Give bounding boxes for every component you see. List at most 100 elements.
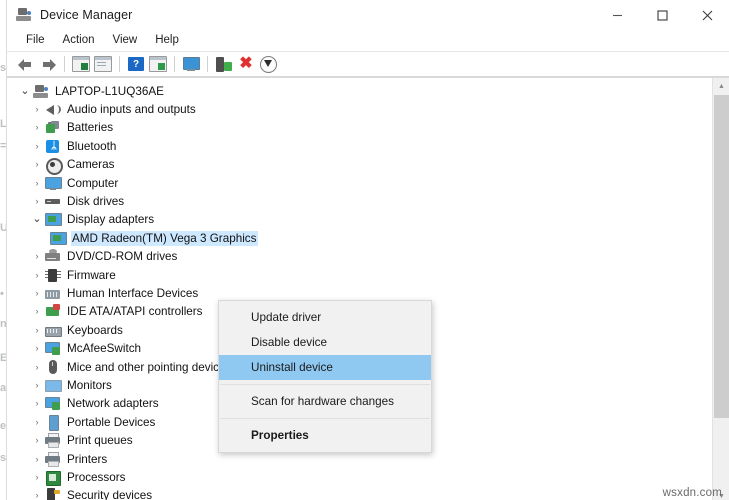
update-driver-icon[interactable] <box>213 54 235 74</box>
chevron-right-icon[interactable]: › <box>29 252 45 261</box>
minimize-button[interactable] <box>595 0 640 30</box>
uninstall-device-icon[interactable]: ✖ <box>235 54 257 74</box>
chevron-right-icon[interactable]: › <box>29 123 45 132</box>
tree-node[interactable]: › Cameras <box>17 156 707 176</box>
tree-node[interactable]: › Audio inputs and outputs <box>17 100 707 118</box>
tree-node-label: Human Interface Devices <box>67 286 199 300</box>
toolbar-separator <box>207 56 208 72</box>
chevron-right-icon[interactable]: › <box>29 472 45 482</box>
tree-node-label: LAPTOP-L1UQ36AE <box>55 84 164 98</box>
maximize-button[interactable] <box>640 0 685 30</box>
tree-node[interactable]: › ᛦ Bluetooth <box>17 137 707 155</box>
scan-icon[interactable] <box>147 54 169 74</box>
tree-node[interactable]: AMD Radeon(TM) Vega 3 Graphics <box>17 229 707 247</box>
scrollbar-thumb[interactable] <box>714 95 729 418</box>
context-menu-item-properties[interactable]: Properties <box>219 423 431 448</box>
tree-node[interactable]: ⌄ Display adapters <box>17 211 707 229</box>
chevron-right-icon[interactable]: › <box>29 344 45 353</box>
firmware-icon <box>45 268 61 283</box>
download-icon[interactable] <box>257 54 279 74</box>
back-arrow-icon[interactable] <box>15 54 37 74</box>
tree-root-node[interactable]: ⌄ LAPTOP-L1UQ36AE <box>17 82 707 100</box>
tree-node-label: Processors <box>67 470 126 484</box>
menu-action[interactable]: Action <box>54 33 104 48</box>
tree-node-label: Cameras <box>67 158 115 172</box>
display-adapter-icon <box>50 231 67 246</box>
tree-node-label: Print queues <box>67 434 133 448</box>
tree-node[interactable]: › Disk drives <box>17 192 707 210</box>
tree-node[interactable]: › Firmware <box>17 266 707 284</box>
chevron-right-icon[interactable]: › <box>29 325 45 335</box>
context-menu-item-disable-device[interactable]: Disable device <box>219 330 431 355</box>
toolbar-separator <box>119 56 120 72</box>
tree-node[interactable]: › DVD/CD-ROM drives <box>17 248 707 266</box>
chevron-right-icon[interactable]: › <box>29 380 45 390</box>
chevron-right-icon[interactable]: › <box>29 160 45 169</box>
scroll-up-arrow-icon[interactable]: ▲ <box>713 78 729 95</box>
display-adapter-icon <box>45 212 62 227</box>
chevron-right-icon[interactable]: › <box>29 436 45 445</box>
monitor-icon[interactable] <box>180 54 202 74</box>
window-frame: Device Manager File Action View Help ? ✖… <box>6 0 729 500</box>
forward-arrow-icon[interactable] <box>37 54 59 74</box>
device-manager-icon <box>16 7 32 23</box>
chevron-right-icon[interactable]: › <box>29 288 45 298</box>
context-menu-item-uninstall-device[interactable]: Uninstall device <box>219 355 431 380</box>
chevron-right-icon[interactable]: › <box>29 417 45 427</box>
tree-node-label: Batteries <box>67 121 114 135</box>
tree-node-label: Monitors <box>67 378 112 392</box>
computer-icon <box>33 84 49 99</box>
chevron-right-icon[interactable]: › <box>29 307 45 316</box>
hid-icon <box>45 286 61 301</box>
tree-node-label: Display adapters <box>67 213 155 227</box>
chevron-right-icon[interactable]: › <box>29 399 45 408</box>
tree-node[interactable]: › Processors <box>17 468 707 486</box>
properties-icon[interactable] <box>92 54 114 74</box>
context-menu-item-scan-for-hardware-changes[interactable]: Scan for hardware changes <box>219 389 431 414</box>
tree-node-label: Bluetooth <box>67 139 117 153</box>
chevron-right-icon[interactable]: › <box>29 105 45 114</box>
tree-node-label: AMD Radeon(TM) Vega 3 Graphics <box>71 230 259 246</box>
vertical-scrollbar[interactable]: ▲ ▼ <box>712 78 729 500</box>
tree-node-label: Network adapters <box>67 397 159 411</box>
menu-view[interactable]: View <box>104 33 147 48</box>
chevron-down-icon[interactable]: ⌄ <box>17 85 33 97</box>
printer-icon <box>45 451 61 467</box>
tree-node-label: Printers <box>67 452 108 466</box>
chevron-right-icon[interactable]: › <box>29 491 45 500</box>
chevron-right-icon[interactable]: › <box>29 362 45 372</box>
tree-node[interactable]: › Batteries <box>17 119 707 137</box>
menu-help[interactable]: Help <box>146 33 188 48</box>
camera-icon <box>45 157 63 176</box>
show-hidden-devices-icon[interactable] <box>70 54 92 74</box>
context-menu-separator <box>220 384 430 385</box>
tree-node[interactable]: › Security devices <box>17 487 707 500</box>
chevron-right-icon[interactable]: › <box>29 178 45 188</box>
close-button[interactable] <box>685 0 729 30</box>
window-title: Device Manager <box>40 8 133 22</box>
menu-file[interactable]: File <box>17 33 54 48</box>
toolbar-separator <box>64 56 65 72</box>
chevron-right-icon[interactable]: › <box>29 454 45 464</box>
background-artifact: • <box>0 288 4 300</box>
toolbar: ? ✖ <box>7 52 729 77</box>
tree-node-label: DVD/CD-ROM drives <box>67 250 178 264</box>
context-menu-item-update-driver[interactable]: Update driver <box>219 305 431 330</box>
battery-icon <box>45 120 61 135</box>
tree-node-label: Keyboards <box>67 323 123 337</box>
tree-node-label: Portable Devices <box>67 415 156 429</box>
chevron-right-icon[interactable]: › <box>29 141 45 151</box>
chevron-right-icon[interactable]: › <box>29 270 45 280</box>
mouse-icon <box>45 359 61 375</box>
bluetooth-icon: ᛦ <box>45 139 61 154</box>
toolbar-separator <box>174 56 175 72</box>
chevron-down-icon[interactable]: ⌄ <box>29 214 45 225</box>
device-tree-panel: ⌄ LAPTOP-L1UQ36AE › Audio inputs and output… <box>7 77 729 500</box>
tree-node-label: Audio inputs and outputs <box>67 103 196 117</box>
help-icon[interactable]: ? <box>125 54 147 74</box>
context-menu-separator <box>220 418 430 419</box>
tree-node-label: Security devices <box>67 489 153 500</box>
tree-node[interactable]: › Computer <box>17 174 707 192</box>
printer-icon <box>45 433 61 449</box>
chevron-right-icon[interactable]: › <box>29 197 45 206</box>
